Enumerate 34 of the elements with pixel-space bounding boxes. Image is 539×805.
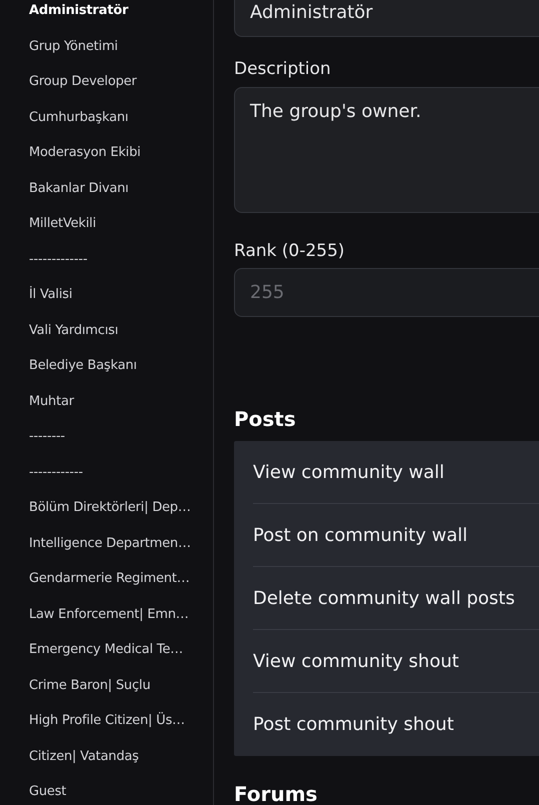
sidebar-item[interactable]: MilletVekili <box>29 214 213 250</box>
section-heading: Posts <box>234 407 297 431</box>
description-field[interactable]: The group's owner. <box>234 86 539 212</box>
sidebar-item[interactable]: Emergency Medical Te… <box>29 640 213 676</box>
permission-label: View community wall <box>253 441 539 504</box>
permission-label: Delete community wall posts <box>253 567 539 630</box>
sidebar-item[interactable]: Group Developer <box>29 72 213 108</box>
sidebar-item[interactable]: Gendarmerie Regiment… <box>29 569 213 604</box>
permission-label: View community shout <box>253 630 539 693</box>
sidebar-item[interactable]: Citizen| Vatandaş <box>29 746 213 782</box>
sidebar-item[interactable]: Moderasyon Ekibi <box>29 143 213 178</box>
sidebar-item[interactable]: Administratör <box>29 1 213 36</box>
sidebar-item[interactable]: Belediye Başkanı <box>29 356 213 392</box>
sidebar-item[interactable]: Bakanlar Divanı <box>29 178 213 214</box>
sidebar-item[interactable]: Bölüm Direktörleri| Dep… <box>29 498 213 534</box>
sidebar-item[interactable]: Crime Baron| Suçlu <box>29 676 213 711</box>
sidebar-item[interactable]: ------------- <box>29 250 213 285</box>
sidebar-item[interactable]: Muhtar <box>29 392 213 427</box>
field-label: Rank (0-255) <box>234 240 346 262</box>
sidebar-item[interactable]: ------------ <box>29 462 213 498</box>
field-label: Description <box>234 58 332 81</box>
sidebar-item[interactable]: Grup Yönetimi <box>29 36 213 72</box>
sidebar-item[interactable]: -------- <box>29 427 213 462</box>
sidebar-item[interactable]: Intelligence Departmen… <box>29 534 213 569</box>
section-heading: Forums <box>234 782 318 805</box>
sidebar-item[interactable]: İl Valisi <box>29 285 213 320</box>
sidebar-item[interactable]: Cumhurbaşkanı <box>29 108 213 143</box>
input-field[interactable]: Administratör <box>234 0 539 37</box>
permission-label: Post community shout <box>253 713 455 737</box>
sidebar-item[interactable]: Law Enforcement| Emn… <box>29 604 213 640</box>
sidebar-item[interactable]: High Profile Citizen| Üs… <box>29 711 213 746</box>
permission-label: Post on community wall <box>253 504 539 567</box>
sidebar-item[interactable]: Vali Yardımcısı <box>29 320 213 356</box>
sidebar-item[interactable]: Guest <box>29 782 213 805</box>
